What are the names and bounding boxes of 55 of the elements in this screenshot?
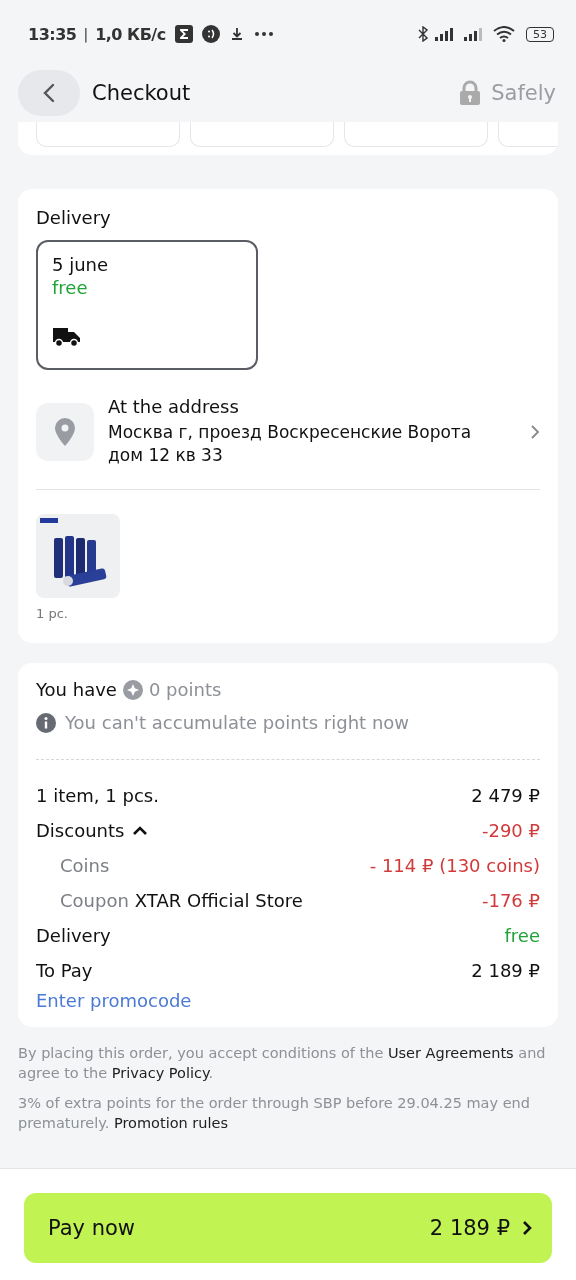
summary-label: Coins <box>60 855 110 876</box>
section-title: Delivery <box>36 207 112 228</box>
legal-link[interactable]: User Agreements <box>387 1045 514 1061</box>
payment-method-chip[interactable] <box>498 122 558 147</box>
payment-method-chip[interactable] <box>190 122 334 147</box>
summary-label: 1 item, 1 pcs. <box>36 785 159 806</box>
points-value: 0 points <box>148 679 222 700</box>
chevron-right-icon <box>522 1220 532 1236</box>
summary-value: 2 479 ₽ <box>471 785 540 806</box>
legal-link[interactable]: Privacy Policy <box>111 1065 209 1081</box>
battery-indicator: 53 <box>526 26 554 42</box>
payment-method-chip[interactable] <box>36 122 180 147</box>
payment-method-chip[interactable] <box>344 122 488 147</box>
points-icon <box>122 679 143 700</box>
summary-value: -290 ₽ <box>481 820 540 841</box>
legal-text: By placing this order, you accept conditions of the User Agreements and agree to the Privacy Policy. <box>18 1044 547 1083</box>
smiley-app-icon <box>201 25 220 43</box>
summary-value: 2 189 ₽ <box>471 960 540 981</box>
back-icon <box>43 83 55 103</box>
address-label: At the address <box>108 396 240 417</box>
summary-label: Discounts <box>36 820 125 841</box>
sigma-app-icon <box>174 25 193 43</box>
info-icon <box>36 712 56 733</box>
location-pin-icon <box>36 402 94 461</box>
network-speed: 1,0 КБ/с <box>95 24 166 44</box>
status-separator: | <box>83 26 89 42</box>
summary-label: Delivery <box>36 925 111 946</box>
coupon-store: XTAR Official Store <box>134 890 303 911</box>
delivery-option[interactable]: 5 june free <box>36 240 258 370</box>
bluetooth-icon <box>418 26 428 42</box>
more-icon <box>253 31 274 37</box>
security-label: Safely <box>491 81 556 105</box>
address-row[interactable]: At the address Москва г, проезд Воскресенские Ворота дом 12 кв 33 <box>36 396 540 467</box>
summary-value: - 114 ₽ (130 coins) <box>369 855 540 876</box>
caret-icon[interactable] <box>132 824 149 837</box>
points-notice: You can't accumulate points right now <box>65 712 410 733</box>
address-text: Москва г, проезд Воскресенские Ворота дом 12 кв 33 <box>108 421 473 467</box>
legal-text: 3% of extra points for the order through SBP before 29.04.25 may end prematurely. Promotion rules <box>18 1094 531 1133</box>
legal-link[interactable]: Promotion rules <box>114 1115 229 1131</box>
points-label: You have <box>36 679 117 700</box>
summary-value: -176 ₽ <box>481 890 540 911</box>
truck-icon <box>52 326 82 348</box>
back-button[interactable] <box>18 70 80 116</box>
summary-label: To Pay <box>36 960 93 981</box>
delivery-date: 5 june <box>52 254 109 275</box>
page-title: Checkout <box>92 81 191 105</box>
promocode-link[interactable]: Enter promocode <box>36 990 192 1011</box>
delivery-price: free <box>52 277 88 298</box>
summary-label: Coupon <box>60 890 129 911</box>
item-quantity: 1 pc. <box>36 606 68 621</box>
chevron-right-icon <box>530 423 540 440</box>
status-time: 13:35 <box>28 24 77 44</box>
summary-value: free <box>504 925 540 946</box>
wifi-icon <box>493 26 515 42</box>
pay-now-button[interactable]: Pay now 2 189 ₽ <box>24 1193 552 1263</box>
